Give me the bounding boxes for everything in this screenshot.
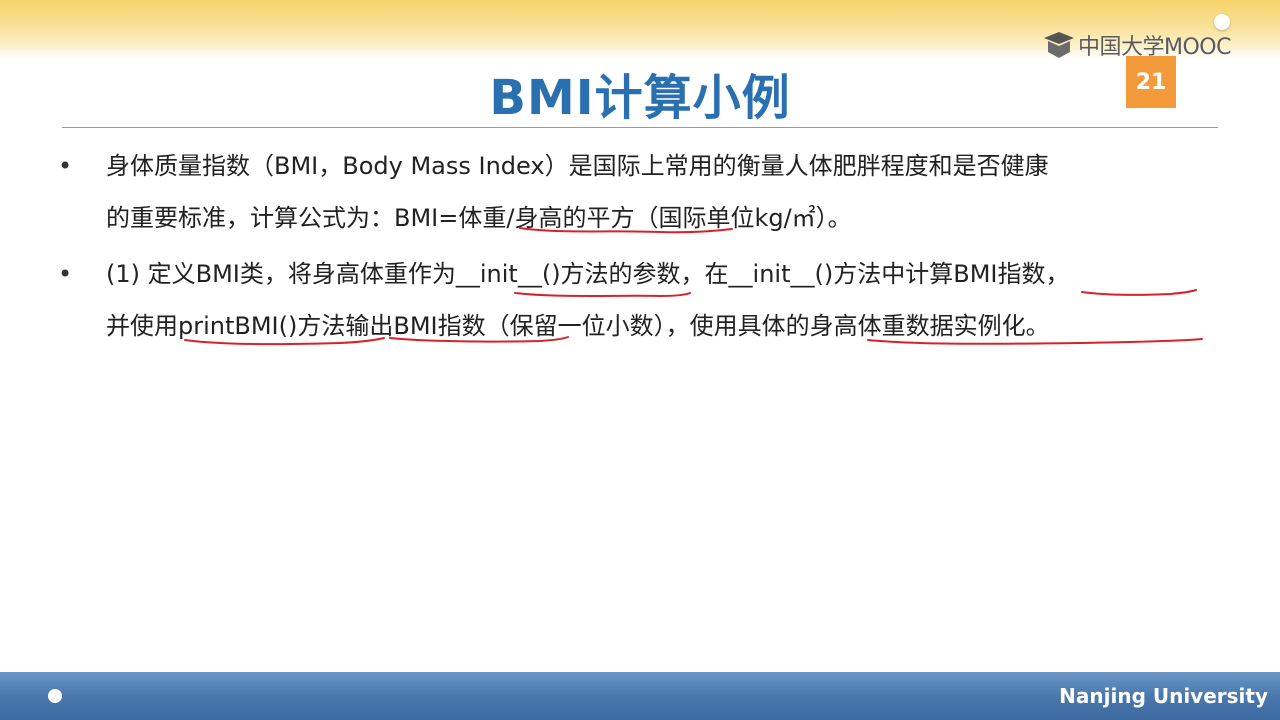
bullet-text: 身体质量指数（BMI，Body Mass Index）是国际上常用的衡量人体肥胖…	[106, 140, 1236, 244]
bullet-text: (1) 定义BMI类，将身高体重作为__init__()方法的参数，在__ini…	[106, 248, 1236, 352]
title-divider	[62, 127, 1218, 128]
bullet-item: • 身体质量指数（BMI，Body Mass Index）是国际上常用的衡量人体…	[56, 140, 1236, 244]
slide-content: • 身体质量指数（BMI，Body Mass Index）是国际上常用的衡量人体…	[56, 140, 1236, 356]
bullet-line: 的重要标准，计算公式为：BMI=体重/身高的平方（国际单位kg/㎡）。	[106, 204, 852, 232]
slide-title: BMI计算小例	[489, 70, 791, 126]
bullet-dot-icon: •	[58, 260, 73, 288]
university-name: Nanjing University	[1059, 684, 1268, 708]
bullet-line: 身体质量指数（BMI，Body Mass Index）是国际上常用的衡量人体肥胖…	[106, 152, 1049, 180]
bullet-dot-icon: •	[58, 152, 73, 180]
slide: 中国大学MOOC 21 BMI计算小例 • 身体质量指数（BMI，Body Ma…	[0, 0, 1280, 720]
bullet-line: (1) 定义BMI类，将身高体重作为__init__()方法的参数，在__ini…	[106, 260, 1070, 288]
bullet-line: 并使用printBMI()方法输出BMI指数（保留一位小数），使用具体的身高体重…	[106, 312, 1050, 340]
bullet-item: • (1) 定义BMI类，将身高体重作为__init__()方法的参数，在__i…	[56, 248, 1236, 352]
mooc-logo-icon	[1044, 32, 1074, 58]
bottom-dot-icon	[48, 689, 62, 703]
